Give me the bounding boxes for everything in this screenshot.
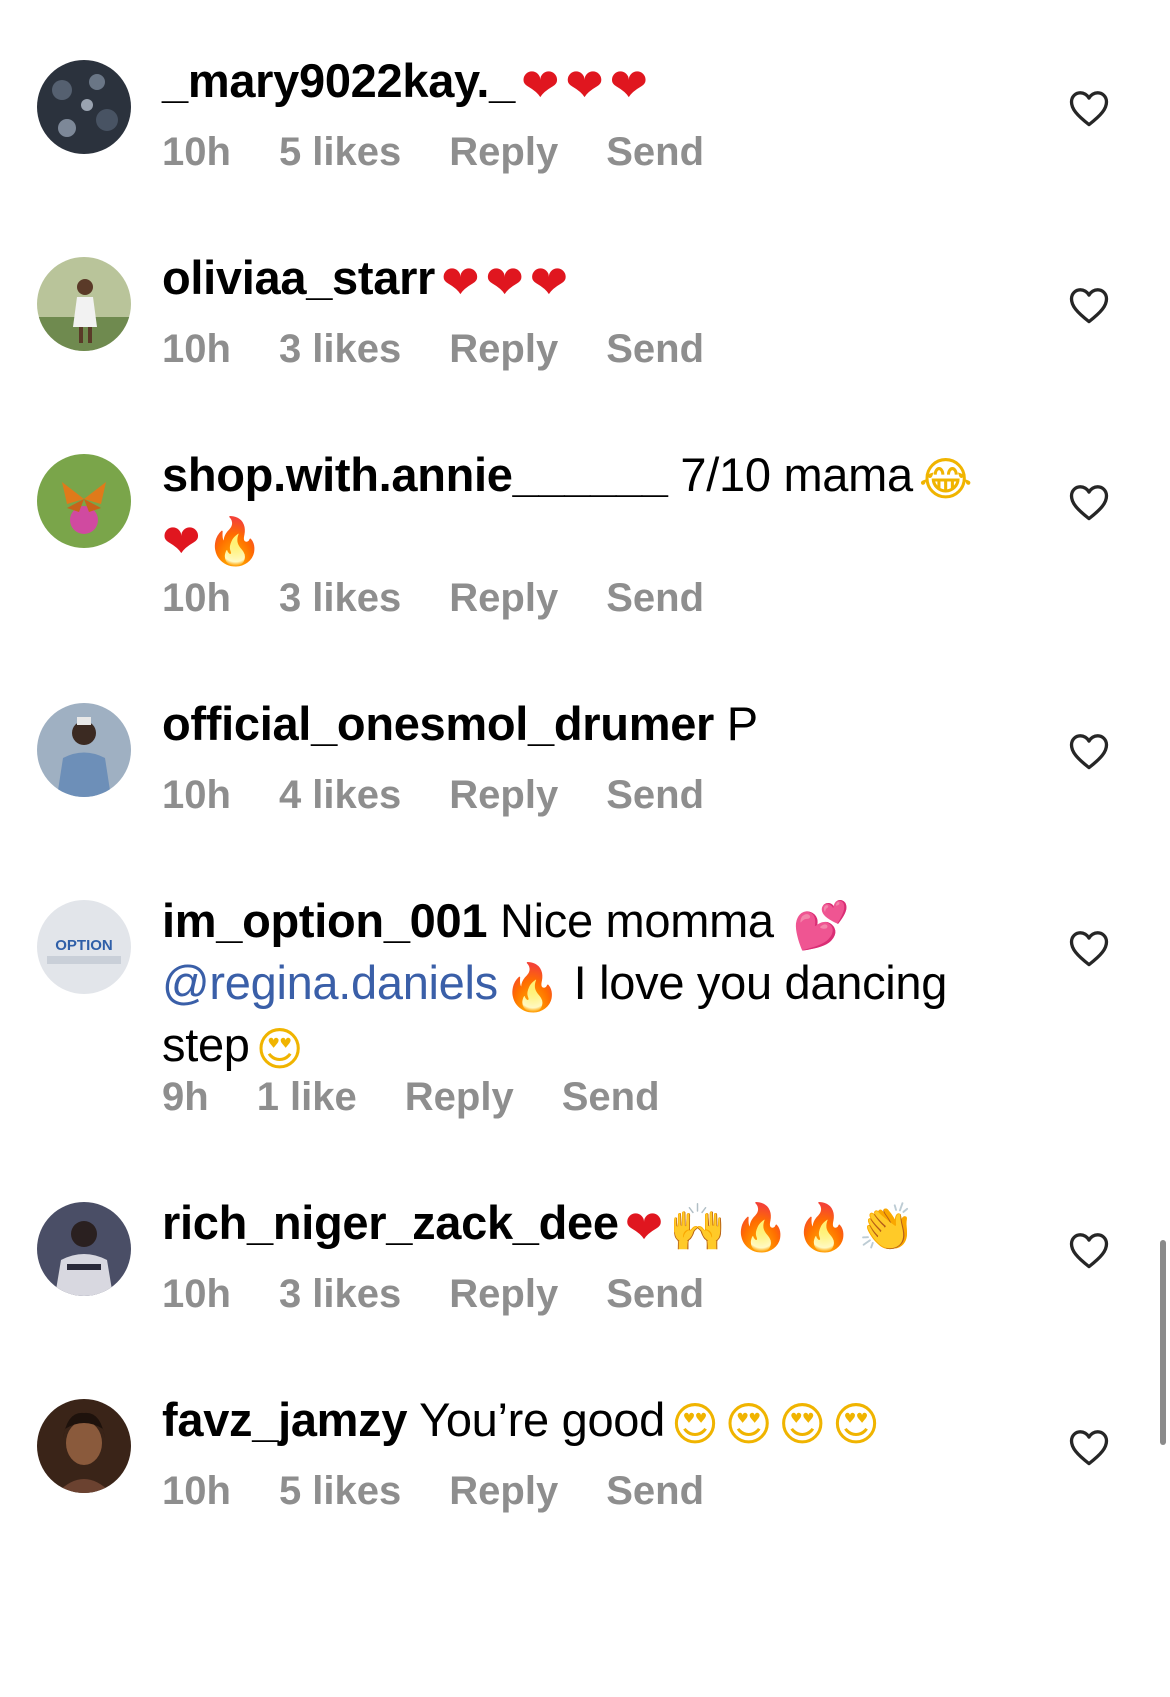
scrollbar[interactable] (1160, 1240, 1166, 1445)
comment-username[interactable]: favz_jamzy (162, 1393, 408, 1446)
send-button[interactable]: Send (606, 128, 704, 176)
likes-count[interactable]: 3 likes (279, 1270, 401, 1318)
comment-username[interactable]: im_option_001 (162, 894, 488, 947)
likes-count[interactable]: 4 likes (279, 771, 401, 819)
raised-hands-emoji: 🙌 (668, 1200, 726, 1254)
heart-eyes-emoji: 😍 (255, 1022, 304, 1076)
reply-button[interactable]: Reply (449, 1270, 558, 1318)
comment-username[interactable]: rich_niger_zack_dee (162, 1196, 619, 1249)
comment-text: oliviaa_starr ❤ ❤ ❤ (162, 249, 1022, 311)
heart-eyes-emoji: 😍 (670, 1397, 719, 1451)
fire-emoji: 🔥 (731, 1200, 789, 1254)
heart-emoji: ❤ (520, 58, 560, 112)
comment-meta: 10h 3 likes Reply Send (162, 574, 752, 622)
comment-meta: 10h 3 likes Reply Send (162, 1270, 752, 1318)
avatar[interactable]: OPTION (37, 900, 131, 994)
comment-body: You’re good (407, 1393, 665, 1446)
reply-button[interactable]: Reply (405, 1073, 514, 1121)
comment-text: favz_jamzy You’re good 😍 😍 😍 😍 (162, 1391, 1022, 1453)
send-button[interactable]: Send (606, 771, 704, 819)
comment-time: 9h (162, 1075, 209, 1119)
fire-emoji: 🔥 (503, 960, 561, 1014)
avatar[interactable] (37, 703, 131, 797)
person-dark-avatar-icon (37, 1202, 131, 1296)
comment-text: official_onesmol_drumer P (162, 695, 1022, 752)
likes-count[interactable]: 3 likes (279, 325, 401, 373)
avatar[interactable] (37, 454, 131, 548)
clapping-hands-emoji: 👏 (857, 1200, 915, 1254)
like-heart-icon[interactable] (1068, 88, 1110, 128)
comment-username[interactable]: oliviaa_starr (162, 251, 435, 304)
avatar-logo-text: OPTION (55, 937, 113, 954)
like-heart-icon[interactable] (1068, 482, 1110, 522)
comment-text: rich_niger_zack_dee ❤ 🙌 🔥 🔥 👏 (162, 1194, 1022, 1256)
reply-button[interactable]: Reply (449, 325, 558, 373)
fire-emoji: 🔥 (794, 1200, 852, 1254)
avatar[interactable] (37, 1399, 131, 1493)
likes-count[interactable]: 1 like (257, 1073, 357, 1121)
person-denim-avatar-icon (37, 703, 131, 797)
comment-meta: 10h 4 likes Reply Send (162, 771, 752, 819)
comment-meta: 10h 3 likes Reply Send (162, 325, 752, 373)
heart-emoji: ❤ (609, 58, 648, 112)
reply-button[interactable]: Reply (449, 128, 558, 176)
heart-emoji: ❤ (485, 255, 524, 309)
comment-meta: 10h 5 likes Reply Send (162, 1467, 752, 1515)
person-outdoor-avatar-icon (37, 257, 131, 351)
send-button[interactable]: Send (606, 1270, 704, 1318)
like-heart-icon[interactable] (1068, 1230, 1110, 1270)
like-heart-icon[interactable] (1068, 731, 1110, 771)
like-heart-icon[interactable] (1068, 928, 1110, 968)
comment-text: shop.with.annie______ 7/10 mama 😂 ❤ 🔥 (162, 446, 1022, 570)
send-button[interactable]: Send (606, 574, 704, 622)
comment-time: 10h (162, 773, 231, 817)
heart-eyes-emoji: 😍 (831, 1397, 880, 1451)
reply-button[interactable]: Reply (449, 574, 558, 622)
heart-emoji: ❤ (529, 255, 569, 309)
send-button[interactable]: Send (562, 1073, 660, 1121)
comment-username[interactable]: _mary9022kay._ (162, 54, 515, 107)
comment-time: 10h (162, 576, 231, 620)
comment-meta: 10h 5 likes Reply Send (162, 128, 752, 176)
comment-time: 10h (162, 1272, 231, 1316)
comment-body: 7/10 mama (667, 448, 913, 501)
comment-meta: 9h 1 like Reply Send (162, 1073, 708, 1121)
likes-count[interactable]: 5 likes (279, 128, 401, 176)
likes-count[interactable]: 3 likes (279, 574, 401, 622)
heart-emoji: ❤ (162, 514, 201, 568)
butterfly-flower-avatar-icon (37, 454, 131, 548)
like-heart-icon[interactable] (1068, 1427, 1110, 1467)
comment-time: 10h (162, 130, 231, 174)
comment-body: P (714, 697, 758, 750)
likes-count[interactable]: 5 likes (279, 1467, 401, 1515)
comment-time: 10h (162, 327, 231, 371)
avatar[interactable] (37, 1202, 131, 1296)
comment-text: _mary9022kay._ ❤ ❤ ❤ (162, 52, 1022, 114)
comment-text: im_option_001 Nice momma 💕 @regina.daniel… (162, 892, 1022, 1078)
send-button[interactable]: Send (606, 1467, 704, 1515)
reply-button[interactable]: Reply (449, 1467, 558, 1515)
heart-emoji: ❤ (441, 255, 480, 309)
heart-emoji: ❤ (624, 1200, 664, 1254)
portrait-avatar-icon (37, 1399, 131, 1493)
comment-time: 10h (162, 1469, 231, 1513)
two-hearts-emoji: 💕 (792, 898, 850, 952)
avatar[interactable] (37, 60, 131, 154)
comment-body: Nice momma (487, 894, 787, 947)
like-heart-icon[interactable] (1068, 285, 1110, 325)
fire-emoji: 🔥 (206, 514, 264, 568)
butterflies-avatar-icon (37, 60, 131, 154)
mention-link[interactable]: @regina.daniels (162, 956, 498, 1009)
avatar[interactable] (37, 257, 131, 351)
comment-username[interactable]: official_onesmol_drumer (162, 697, 714, 750)
comment-username[interactable]: shop.with.annie______ (162, 448, 668, 501)
heart-eyes-emoji: 😍 (724, 1397, 773, 1451)
option-logo-avatar-icon: OPTION (37, 900, 131, 994)
heart-eyes-emoji: 😍 (778, 1397, 826, 1451)
heart-emoji: ❤ (565, 58, 604, 112)
send-button[interactable]: Send (606, 325, 704, 373)
reply-button[interactable]: Reply (449, 771, 558, 819)
laughing-emoji: 😂 (918, 452, 973, 506)
